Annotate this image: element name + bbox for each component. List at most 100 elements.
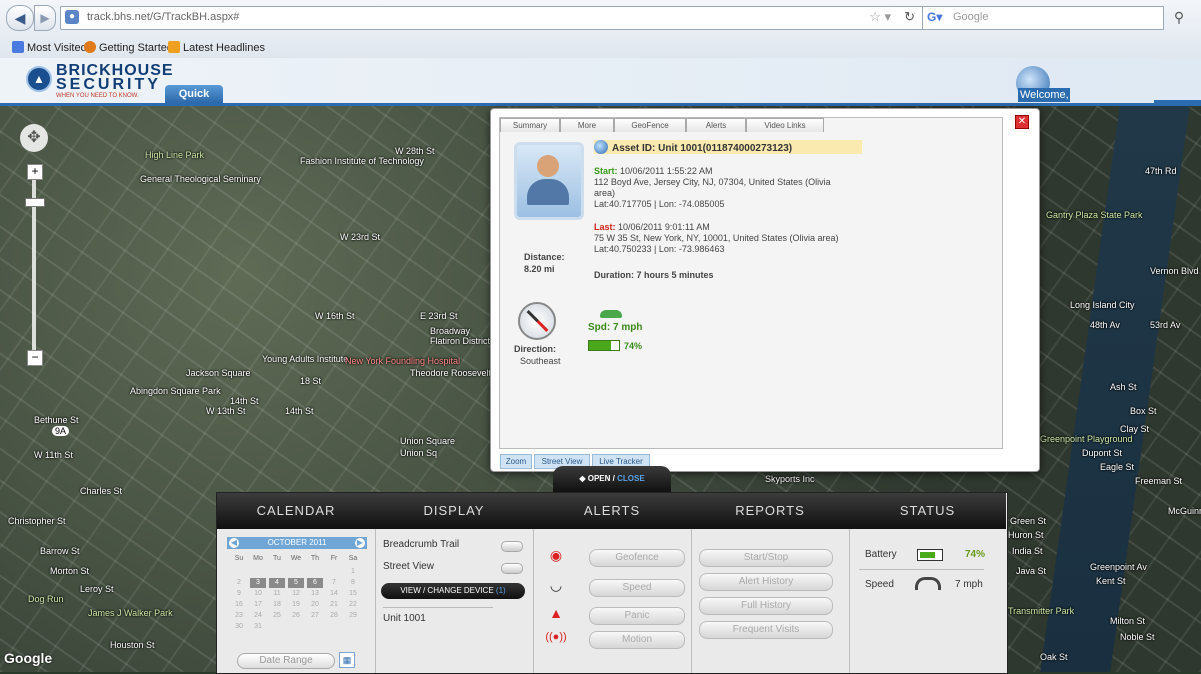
map-label: Morton St [50, 566, 90, 576]
map-label: Dog Run [28, 594, 64, 604]
calendar-day[interactable]: 6 [307, 578, 323, 588]
avatar-head [537, 155, 559, 177]
breadcrumb-trail-toggle[interactable] [501, 541, 523, 552]
back-arrow-icon[interactable]: ◀ [6, 5, 34, 31]
calendar-day[interactable]: 20 [307, 600, 323, 610]
forward-arrow-icon[interactable]: ▶ [34, 5, 56, 31]
map-label: James J Walker Park [88, 608, 173, 618]
most-visited-icon [12, 41, 24, 53]
calendar-day[interactable]: 7 [326, 578, 342, 588]
calendar-day[interactable]: 25 [269, 611, 285, 621]
open-label: OPEN / [587, 474, 615, 483]
popup-content: Summary More GeoFence Alerts Video Links… [499, 117, 1003, 469]
view-change-device-button[interactable]: VIEW / CHANGE DEVICE (1) [381, 583, 525, 599]
geofence-button[interactable]: Geofence [589, 549, 685, 567]
calendar-day[interactable]: 8 [345, 578, 361, 588]
calendar-weekday: Mo [253, 555, 263, 562]
motion-button[interactable]: Motion [589, 631, 685, 649]
street-view-toggle[interactable] [501, 563, 523, 574]
calendar-day[interactable]: 4 [269, 578, 285, 588]
calendar-day[interactable]: 18 [269, 600, 285, 610]
bookmark-star-icon[interactable]: ☆ ▾ [869, 9, 891, 25]
address-bar[interactable]: ● track.bhs.net/G/TrackBH.aspx# ☆ ▾ ↻ [60, 6, 992, 30]
up-down-icon: ◆ [579, 474, 586, 483]
map-zoom-control: ✥ + − [20, 124, 48, 366]
battery-fill [920, 552, 935, 558]
tab-alerts[interactable]: Alerts [686, 118, 746, 132]
zoom-link[interactable]: Zoom [500, 454, 532, 469]
calendar-day[interactable]: 17 [250, 600, 266, 610]
calendar-day[interactable]: 10 [250, 589, 266, 599]
panic-button[interactable]: Panic [589, 607, 685, 625]
calendar-day[interactable]: 2 [231, 578, 247, 588]
brickhouse-logo[interactable]: ▲ BRICKHOUSE SECURITY WHEN YOU NEED TO K… [26, 62, 173, 102]
calendar-day[interactable]: 29 [345, 611, 361, 621]
bookmark-latest-headlines[interactable]: Latest Headlines [168, 41, 265, 54]
zoom-out-button[interactable]: − [27, 350, 43, 366]
calendar-day[interactable]: 31 [250, 622, 266, 632]
speed-alert-button[interactable]: Speed [589, 579, 685, 597]
frequent-visits-button[interactable]: Frequent Visits [699, 621, 833, 639]
calendar-day[interactable]: 3 [250, 578, 266, 588]
start-stop-report-button[interactable]: Start/Stop [699, 549, 833, 567]
prev-month-icon[interactable]: ◀ [229, 538, 239, 548]
open-close-toggle[interactable]: ◆ OPEN / CLOSE [553, 466, 671, 492]
calendar-day[interactable]: 26 [288, 611, 304, 621]
alert-history-button[interactable]: Alert History [699, 573, 833, 591]
map-label: W 11th St [34, 450, 73, 460]
tab-more[interactable]: More [560, 118, 614, 132]
calendar-day[interactable]: 16 [231, 600, 247, 610]
map-label: Long Island City [1070, 300, 1135, 310]
calendar-day[interactable]: 21 [326, 600, 342, 610]
search-input[interactable]: G▾ Google [922, 6, 1164, 30]
bookmark-getting-started[interactable]: Getting Started [84, 41, 173, 54]
zoom-in-button[interactable]: + [27, 164, 43, 180]
close-icon[interactable]: ✕ [1015, 115, 1029, 129]
calendar-day[interactable]: 15 [345, 589, 361, 599]
map-label: Broadway [430, 326, 471, 336]
calendar-day[interactable]: 12 [288, 589, 304, 599]
calendar-day[interactable]: 9 [231, 589, 247, 599]
tab-geofence[interactable]: GeoFence [614, 118, 686, 132]
bookmark-most-visited[interactable]: Most Visited [12, 41, 87, 54]
battery-value: 74% [965, 549, 986, 560]
tab-video-links[interactable]: Video Links [746, 118, 824, 132]
calendar-day[interactable]: 22 [345, 600, 361, 610]
bookmark-label: Getting Started [99, 42, 173, 54]
url-text: track.bhs.net/G/TrackBH.aspx# [87, 11, 240, 23]
last-info: Last: 10/06/2011 9:01:11 AM 75 W 35 St, … [594, 222, 844, 255]
map-label: High Line Park [145, 150, 205, 160]
search-engine-icon[interactable]: G▾ [927, 10, 942, 24]
pan-control-icon[interactable]: ✥ [20, 124, 48, 152]
display-header: DISPLAY [375, 493, 533, 529]
calendar-day[interactable]: 11 [269, 589, 285, 599]
calendar-day[interactable]: 23 [231, 611, 247, 621]
calendar-day[interactable]: 5 [288, 578, 304, 588]
tab-summary[interactable]: Summary [500, 118, 560, 132]
date-range-button[interactable]: Date Range [237, 653, 335, 669]
next-month-icon[interactable]: ▶ [355, 538, 365, 548]
full-history-button[interactable]: Full History [699, 597, 833, 615]
map-label: New York Foundling Hospital [345, 356, 461, 366]
calendar-day[interactable]: 14 [326, 589, 342, 599]
tab-quick-view[interactable]: Quick View [165, 85, 223, 118]
map-label: Christopher St [8, 516, 66, 526]
status-header: STATUS [849, 493, 1006, 529]
calendar-day[interactable]: 19 [288, 600, 304, 610]
calendar-day[interactable]: 27 [307, 611, 323, 621]
zoom-slider-thumb[interactable] [25, 198, 45, 207]
calendar-day[interactable]: 13 [307, 589, 323, 599]
start-label: Start: [594, 166, 618, 176]
calendar-icon[interactable]: ▦ [339, 652, 355, 668]
search-icon[interactable]: ⚲ [1166, 6, 1192, 28]
unit-name[interactable]: Unit 1001 [383, 613, 426, 624]
calendar-weekday: Fr [330, 555, 338, 562]
calendar-day[interactable]: 1 [345, 567, 361, 577]
calendar-day[interactable]: 28 [326, 611, 342, 621]
calendar-day[interactable]: 24 [250, 611, 266, 621]
map-label: India St [1012, 546, 1043, 556]
calendar-day[interactable]: 30 [231, 622, 247, 632]
google-logo[interactable]: Google [4, 650, 52, 666]
reload-icon[interactable]: ↻ [904, 9, 915, 25]
site-identity-icon[interactable]: ● [65, 10, 79, 24]
